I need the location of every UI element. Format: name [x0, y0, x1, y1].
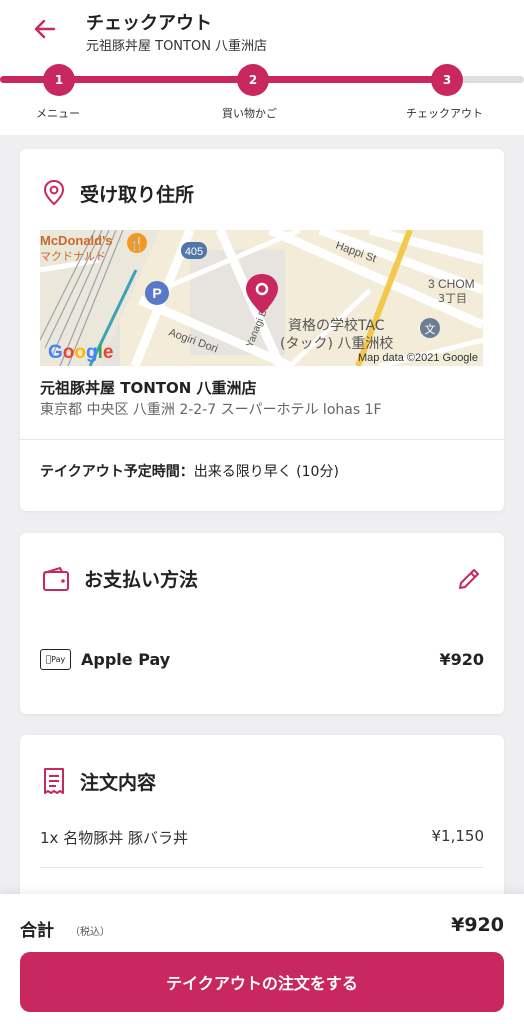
divider — [40, 867, 484, 868]
tax-label: （税込） — [70, 927, 110, 938]
edit-pencil-icon[interactable] — [456, 566, 482, 592]
progress-tracker: 1 2 3 — [0, 60, 524, 100]
order-header: 注文内容 — [42, 767, 156, 795]
map-label-tac-jp: (タック) 八重洲校 — [280, 335, 393, 352]
step-3-label: チェックアウト — [406, 107, 483, 120]
map-attribution: Map data ©2021 Google — [358, 352, 478, 364]
pickup-card: 受け取り住所 405 🍴 McDonald's マクドナルド P Happi S… — [20, 149, 504, 511]
pickup-header: 受け取り住所 — [42, 179, 194, 207]
total-label: 合計 — [20, 921, 54, 941]
wallet-icon — [43, 566, 69, 591]
svg-text:P: P — [152, 285, 161, 301]
map-label-mcdonalds: McDonald's — [40, 233, 112, 248]
apple-pay-icon: Pay — [40, 649, 71, 670]
payment-card: お支払い方法 Pay Apple Pay ¥920 — [20, 533, 504, 714]
step-2-label: 買い物かご — [222, 107, 277, 120]
payment-title: お支払い方法 — [84, 569, 199, 591]
map-label-chome-jp: 3丁目 — [438, 292, 467, 305]
payment-amount: ¥920 — [439, 650, 484, 669]
step-3-circle: 3 — [431, 64, 463, 96]
map-label-tac: 資格の学校TAC — [288, 317, 385, 334]
payment-header: お支払い方法 — [42, 565, 198, 592]
order-item-line: 1x 名物豚丼 豚バラ丼 — [40, 829, 188, 847]
svg-text:文: 文 — [425, 322, 436, 336]
store-address: 東京都 中央区 八重洲 2-2-7 スーパーホテル lohas 1F — [40, 402, 382, 418]
receipt-icon — [44, 768, 64, 794]
header: チェックアウト 元祖豚丼屋 TONTON 八重洲店 1 2 3 メニュー 買い物… — [0, 0, 524, 135]
place-order-button[interactable]: テイクアウトの注文をする — [20, 952, 504, 1012]
pickup-time-label: テイクアウト予定時間： — [40, 464, 194, 480]
step-1-circle: 1 — [43, 64, 75, 96]
pickup-time-value: 出来る限り早く (10分) — [193, 464, 339, 480]
order-title: 注文内容 — [80, 771, 157, 794]
store-subtitle: 元祖豚丼屋 TONTON 八重洲店 — [86, 39, 268, 54]
order-item-price: ¥1,150 — [431, 827, 485, 845]
map-label-chome: 3 CHOM — [428, 277, 475, 291]
pickup-time: テイクアウト予定時間：出来る限り早く (10分) — [40, 461, 339, 481]
google-logo: Google — [48, 342, 113, 363]
step-1-label: メニュー — [36, 107, 80, 120]
checkout-footer: 合計 （税込） ¥920 テイクアウトの注文をする — [0, 894, 524, 1024]
map-view[interactable]: 405 🍴 McDonald's マクドナルド P Happi St 3 CHO… — [40, 230, 483, 366]
location-pin-icon — [43, 179, 65, 206]
apple-pay-badge-text: Pay — [48, 655, 65, 664]
store-name: 元祖豚丼屋 TONTON 八重洲店 — [40, 379, 257, 397]
step-2-circle: 2 — [237, 64, 269, 96]
page-title: チェックアウト — [86, 13, 212, 34]
pickup-title: 受け取り住所 — [80, 183, 195, 206]
svg-text:🍴: 🍴 — [129, 236, 145, 252]
map-label-mcdonalds-jp: マクドナルド — [40, 250, 106, 263]
back-arrow-icon[interactable] — [30, 14, 60, 44]
payment-method: Apple Pay — [81, 650, 171, 669]
divider — [20, 439, 504, 440]
map-route-label: 405 — [185, 246, 203, 258]
total-amount: ¥920 — [451, 914, 504, 936]
